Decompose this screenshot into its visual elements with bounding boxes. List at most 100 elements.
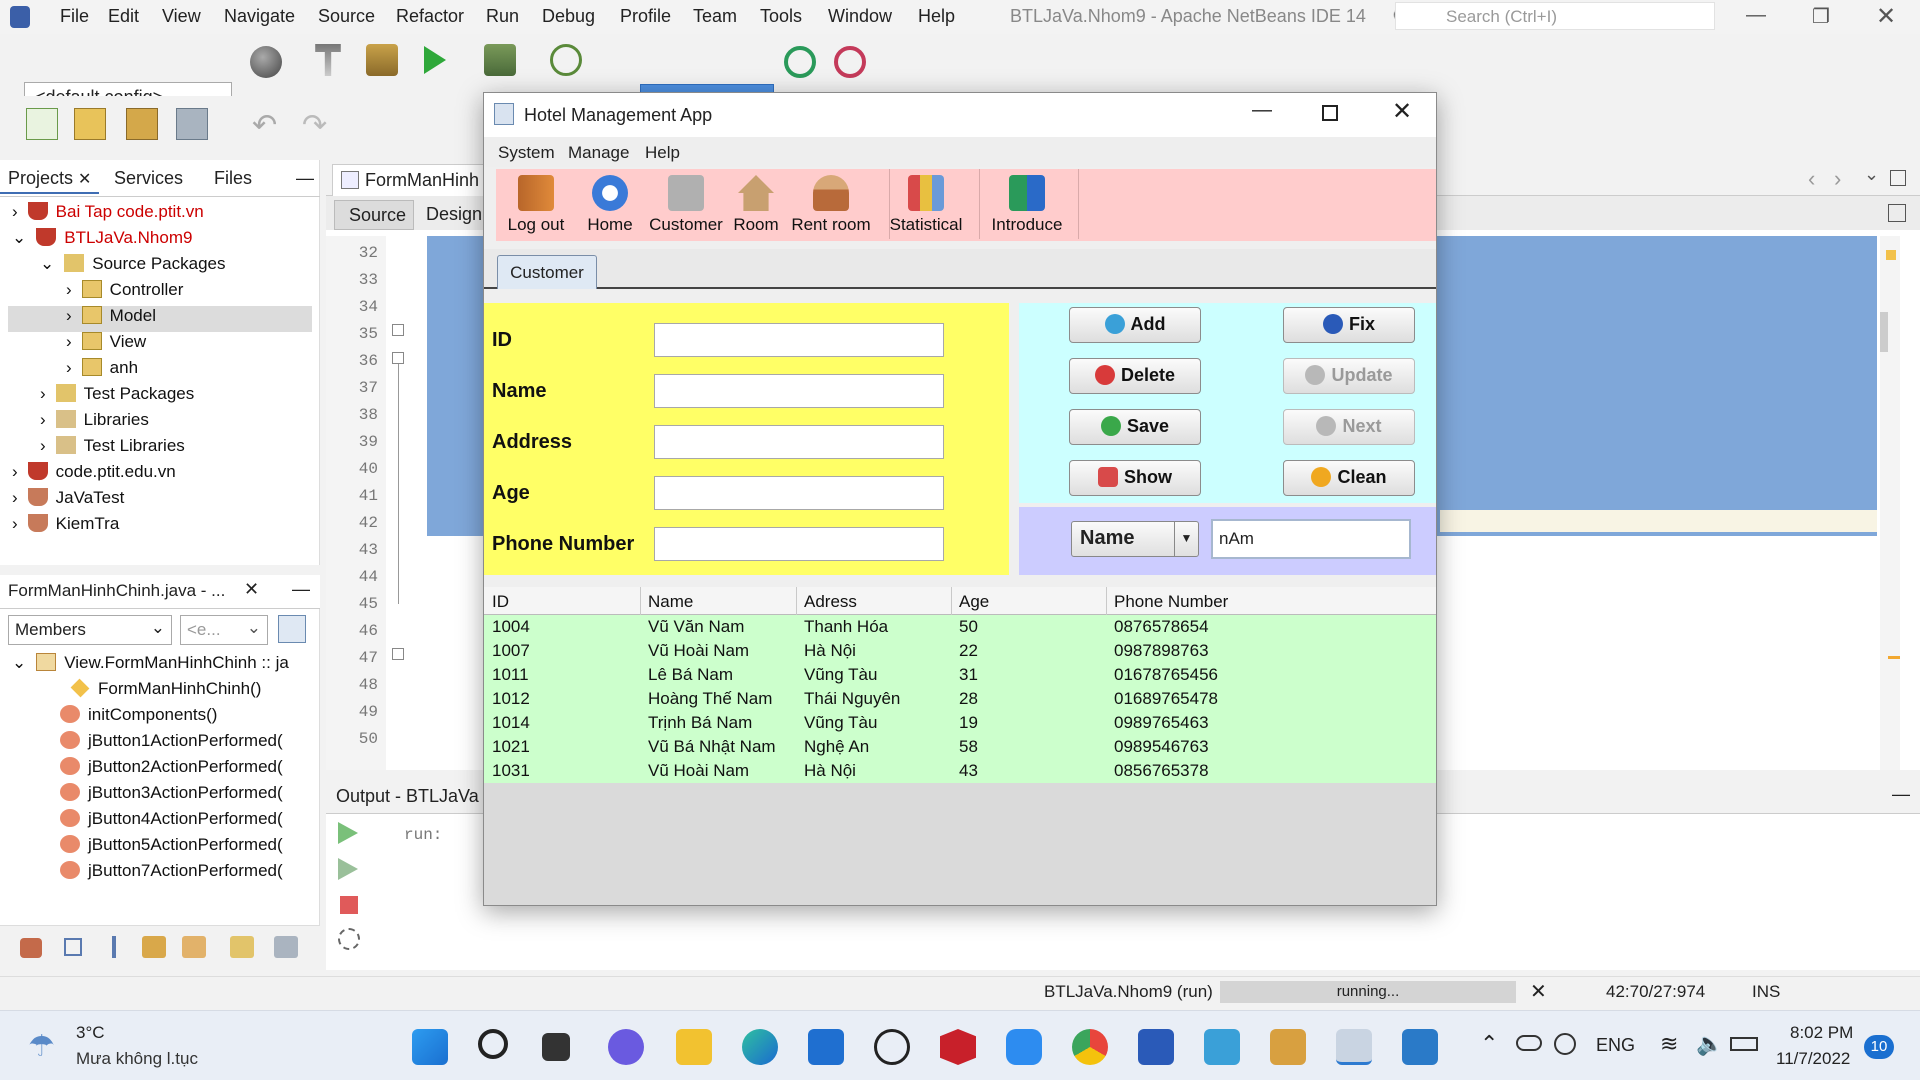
add-button[interactable]: Add (1069, 307, 1201, 343)
table-row[interactable]: 1031 Vũ Hoài Nam Hà Nội 43 0856765378 (484, 759, 1436, 783)
filter-icon[interactable] (142, 936, 166, 958)
tab-files[interactable]: Files (206, 160, 260, 194)
update-button[interactable]: Update (1283, 358, 1415, 394)
tab-projects[interactable]: Projects ✕ (0, 160, 100, 194)
tree-item-project[interactable]: ⌄ BTLJaVa.Nhom9 (12, 228, 192, 254)
edge-icon[interactable] (742, 1029, 778, 1065)
search-icon[interactable] (478, 1029, 508, 1059)
maximize-icon[interactable] (1890, 170, 1906, 186)
nav-member-item[interactable]: initComponents() (60, 705, 217, 731)
zoom-icon[interactable] (1006, 1029, 1042, 1065)
table-row[interactable]: 1014 Trịnh Bá Nam Vũng Tàu 19 0989765463 (484, 711, 1436, 735)
ide-search-input[interactable]: Search (Ctrl+I) (1395, 2, 1715, 30)
netbeans-icon[interactable] (1270, 1029, 1306, 1065)
build-hammer-icon[interactable] (315, 44, 341, 76)
nav-member-item[interactable]: jButton1ActionPerformed( (60, 731, 283, 757)
search-field-combo[interactable]: Name ▼ (1071, 521, 1199, 557)
warning-marker[interactable] (1886, 250, 1896, 260)
nav-member-item[interactable]: jButton5ActionPerformed( (60, 835, 283, 861)
globe-icon[interactable] (250, 46, 282, 78)
tree-item-test-libraries[interactable]: › Test Libraries (40, 436, 185, 462)
java-icon[interactable] (1336, 1029, 1372, 1065)
chevron-right-icon[interactable]: › (1834, 166, 1841, 192)
nav-member-item[interactable]: jButton2ActionPerformed( (60, 757, 283, 783)
members-combo[interactable]: Members ⌄ (8, 615, 172, 645)
filter-icon[interactable] (64, 938, 82, 956)
navigator-options-icon[interactable] (278, 615, 306, 643)
scrollbar-thumb[interactable] (1880, 312, 1888, 352)
sort-icon[interactable] (274, 936, 298, 958)
menu-help[interactable]: Help (645, 143, 680, 163)
minimize-panel-icon[interactable]: — (288, 160, 322, 194)
nav-member-item[interactable]: jButton7ActionPerformed( (60, 861, 283, 887)
menu-run[interactable]: Run (486, 6, 519, 27)
next-button[interactable]: Next (1283, 409, 1415, 445)
delete-button[interactable]: Delete (1069, 358, 1201, 394)
menu-source[interactable]: Source (318, 6, 375, 27)
task-view-icon[interactable] (542, 1033, 570, 1061)
toolbar-home-button[interactable]: Home (578, 171, 642, 239)
run-icon[interactable] (424, 46, 446, 74)
address-input[interactable] (654, 425, 944, 459)
debug-icon[interactable] (484, 44, 516, 76)
menu-manage[interactable]: Manage (568, 143, 629, 163)
filter-icon[interactable] (182, 936, 206, 958)
open-project-icon[interactable] (126, 108, 158, 140)
tree-item-project[interactable]: › code.ptit.edu.vn (12, 462, 176, 488)
minimize-icon[interactable]: — (1252, 99, 1272, 122)
gc-icon[interactable] (784, 46, 816, 78)
table-row[interactable]: 1011 Lê Bá Nam Vũng Tàu 31 01678765456 (484, 663, 1436, 687)
rerun-icon[interactable] (338, 858, 358, 880)
notification-badge[interactable]: 10 (1864, 1035, 1894, 1059)
minimize-panel-icon[interactable]: — (292, 579, 310, 600)
fold-icon[interactable] (392, 352, 404, 364)
tree-item-package[interactable]: › View (66, 332, 146, 358)
file-explorer-icon[interactable] (676, 1029, 712, 1065)
editor-tab-active[interactable]: FormManHinh (332, 164, 492, 196)
menu-edit[interactable]: Edit (108, 6, 139, 27)
id-input[interactable] (654, 323, 944, 357)
fold-icon[interactable] (392, 648, 404, 660)
menu-window[interactable]: Window (828, 6, 892, 27)
toggle-icon[interactable] (1888, 204, 1906, 222)
volume-icon[interactable]: 🔈 (1696, 1031, 1723, 1057)
fold-icon[interactable] (392, 324, 404, 336)
nav-member-item[interactable]: FormManHinhChinh() (70, 678, 261, 705)
save-button[interactable]: Save (1069, 409, 1201, 445)
weather-desc[interactable]: Mưa không l.tục (76, 1049, 198, 1069)
close-icon[interactable]: ✕ (78, 171, 91, 188)
name-input[interactable] (654, 374, 944, 408)
column-header[interactable]: Name (648, 592, 693, 612)
chat-icon[interactable] (608, 1029, 644, 1065)
redo-icon[interactable]: ↷ (302, 108, 334, 142)
battery-icon[interactable] (1730, 1037, 1758, 1051)
menu-tools[interactable]: Tools (760, 6, 802, 27)
toolbar-customer-button[interactable]: Customer (646, 171, 726, 239)
menu-debug[interactable]: Debug (542, 6, 595, 27)
windows-start-icon[interactable] (412, 1029, 448, 1065)
age-input[interactable] (654, 476, 944, 510)
cloud-icon[interactable] (1516, 1035, 1542, 1051)
tree-item-package[interactable]: › Controller (66, 280, 183, 306)
tree-item-package-selected[interactable]: › Model (8, 306, 312, 332)
sniptool-icon[interactable] (1204, 1029, 1240, 1065)
chevron-down-icon[interactable]: ⌄ (1864, 164, 1879, 185)
undo-icon[interactable]: ↶ (252, 108, 284, 142)
toolbar-logout-button[interactable]: Log out (496, 171, 576, 239)
profile-icon[interactable] (550, 44, 582, 76)
tree-item-project[interactable]: › JaVaTest (12, 488, 124, 514)
word-icon[interactable] (1138, 1029, 1174, 1065)
language-indicator[interactable]: ENG (1596, 1035, 1635, 1056)
table-row[interactable]: 1012 Hoàng Thế Nam Thái Nguyên 28 016897… (484, 687, 1436, 711)
table-row[interactable]: 1007 Vũ Hoài Nam Hà Nội 22 0987898763 (484, 639, 1436, 663)
column-header[interactable]: Adress (804, 592, 857, 612)
menu-team[interactable]: Team (693, 6, 737, 27)
sync-icon[interactable] (1554, 1033, 1576, 1055)
show-button[interactable]: Show (1069, 460, 1201, 496)
menu-file[interactable]: File (60, 6, 89, 27)
phone-input[interactable] (654, 527, 944, 561)
wifi-icon[interactable]: ≋ (1660, 1031, 1678, 1057)
filter-icon[interactable] (230, 936, 254, 958)
nav-member-item[interactable]: jButton3ActionPerformed( (60, 783, 283, 809)
restore-icon[interactable]: ❐ (1812, 4, 1830, 29)
